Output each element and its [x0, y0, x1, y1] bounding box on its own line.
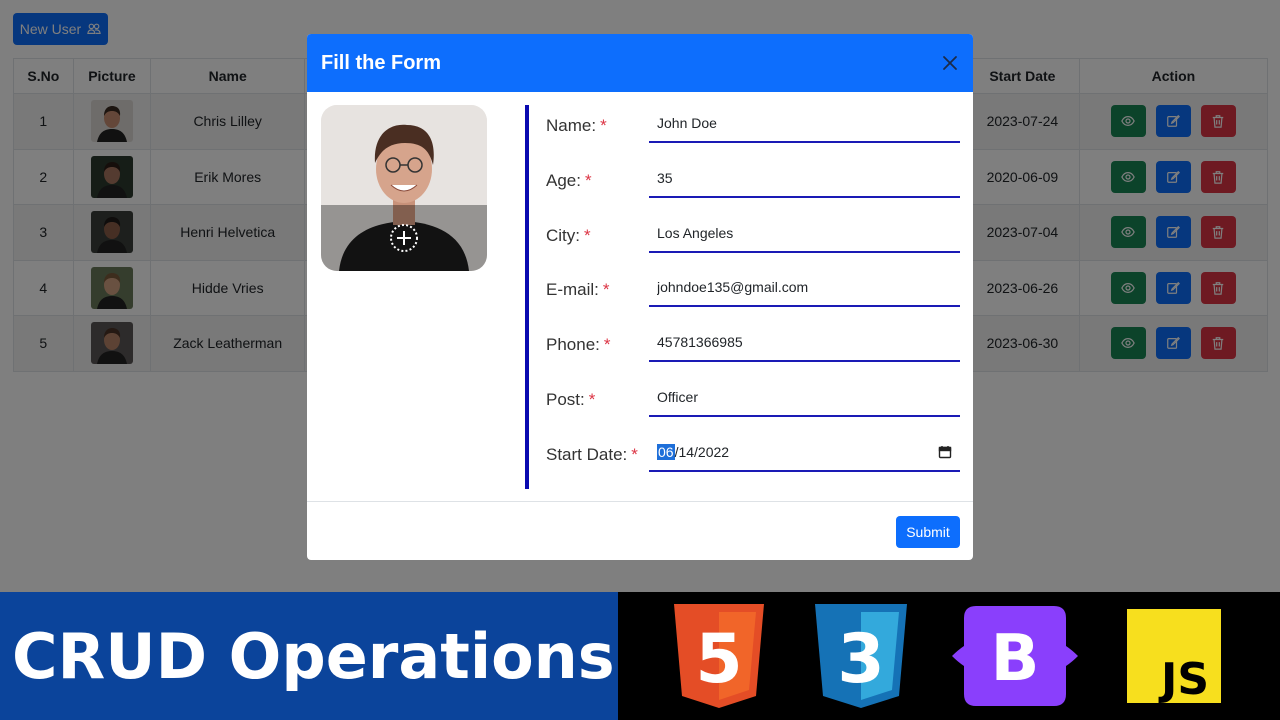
- banner-title: CRUD Operations: [12, 619, 615, 693]
- javascript-logo: JS: [1127, 609, 1221, 703]
- name-field[interactable]: [649, 105, 960, 143]
- modal-body: Name:* Age:* City:* E-mail:* Phone:* Pos…: [307, 92, 973, 501]
- age-field[interactable]: [649, 159, 960, 198]
- modal-footer: Submit: [307, 501, 973, 560]
- calendar-icon: [938, 445, 952, 458]
- css3-logo: 3: [815, 604, 907, 708]
- html5-logo: 5: [674, 604, 764, 708]
- date-month-segment[interactable]: 06: [657, 443, 675, 460]
- javascript-logo-glyph: JS: [1158, 654, 1209, 703]
- age-label: Age: *: [546, 170, 592, 190]
- form-row-name: Name: *: [546, 105, 960, 160]
- submit-button[interactable]: Submit: [896, 516, 960, 548]
- name-label: Name: *: [546, 116, 607, 135]
- email-field[interactable]: [649, 269, 960, 308]
- modal-title: Fill the Form: [321, 51, 441, 74]
- user-form: Name:* Age:* City:* E-mail:* Phone:* Pos…: [546, 105, 960, 489]
- modal-header: Fill the Form: [307, 34, 973, 92]
- photo-upload-overlay[interactable]: [321, 205, 487, 271]
- city-field[interactable]: [649, 214, 960, 253]
- form-row-start-date: Start Date: * 06 /14/2022: [546, 434, 960, 489]
- date-rest-segment[interactable]: /14/2022: [675, 444, 730, 460]
- post-field[interactable]: [649, 378, 960, 417]
- form-divider: [525, 105, 529, 489]
- add-photo-icon: [390, 224, 418, 252]
- profile-photo-upload[interactable]: [321, 105, 487, 271]
- start-date-field[interactable]: 06 /14/2022: [649, 434, 960, 472]
- form-row-age: Age: *: [546, 159, 960, 215]
- city-label: City: *: [546, 225, 591, 245]
- phone-field[interactable]: [649, 324, 960, 363]
- thumbnail-banner: CRUD Operations 5 3 B JS: [0, 592, 1280, 720]
- close-icon: [943, 56, 957, 70]
- user-form-modal: Fill the Form Name: * John Doe Age: * 35…: [307, 34, 973, 560]
- calendar-picker-button[interactable]: [938, 445, 952, 459]
- start-date-label: Start Date: *: [546, 444, 638, 464]
- form-row-city: City: *: [546, 214, 960, 270]
- form-row-phone: Phone: *: [546, 324, 960, 379]
- email-label: E-mail: *: [546, 280, 610, 300]
- bootstrap-logo-glyph: B: [991, 622, 1040, 696]
- form-row-post: Post: *: [546, 378, 960, 434]
- phone-label: Phone: *: [546, 335, 611, 355]
- css3-logo-glyph: 3: [837, 620, 884, 699]
- banner-title-panel: CRUD Operations: [0, 592, 618, 720]
- html5-logo-glyph: 5: [695, 620, 742, 699]
- post-label: Post: *: [546, 389, 596, 409]
- close-button[interactable]: [939, 52, 961, 74]
- form-row-email: E-mail: *: [546, 269, 960, 324]
- bootstrap-logo: B: [952, 606, 1078, 706]
